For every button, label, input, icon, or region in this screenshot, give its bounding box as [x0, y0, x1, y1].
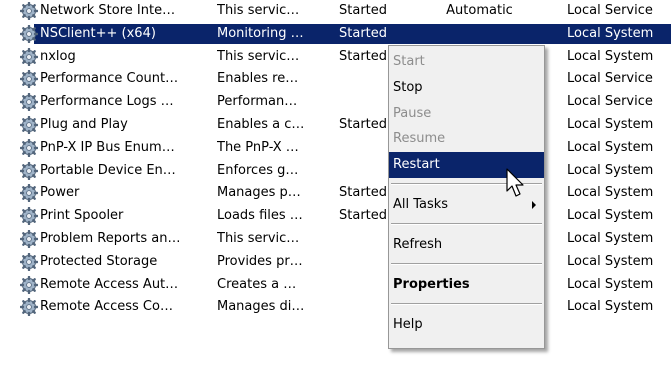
menu-item-resume: Resume — [389, 126, 544, 152]
service-name: Network Store Inte… — [40, 3, 176, 18]
service-name: Performance Logs … — [40, 94, 174, 110]
menu-item-help[interactable]: Help — [389, 312, 544, 338]
service-row[interactable]: nxlog This servic… Started Local System — [0, 46, 671, 69]
menu-item-stop[interactable]: Stop — [389, 75, 544, 101]
menu-separator — [391, 303, 542, 305]
gear-icon — [19, 229, 39, 249]
service-name: Remote Access Aut… — [40, 276, 179, 292]
menu-item-label: Help — [393, 317, 423, 332]
gear-icon — [19, 92, 39, 112]
menu-item-label: All Tasks — [393, 197, 449, 212]
service-log-on-as: Local System — [567, 25, 654, 41]
service-status: Started — [339, 3, 388, 18]
menu-item-label: Resume — [393, 131, 446, 146]
service-description: Provides pr… — [217, 253, 303, 269]
service-log-on-as: Local System — [567, 253, 654, 269]
service-description: Creates a … — [217, 276, 297, 292]
service-log-on-as: Local System — [567, 276, 654, 292]
service-row[interactable]: Print Spooler Loads files … Started Local S… — [0, 205, 671, 228]
service-name: Problem Reports an… — [40, 230, 181, 246]
service-description: Manages p… — [217, 185, 301, 201]
service-log-on-as: Local System — [567, 208, 654, 224]
service-name: nxlog — [40, 48, 76, 64]
gear-icon — [19, 47, 39, 66]
service-log-on-as: Local System — [567, 48, 654, 64]
gear-icon — [19, 115, 39, 135]
menu-item-pause: Pause — [389, 101, 544, 127]
service-row[interactable]: Network Store Inte… This servic… Started Au… — [0, 0, 671, 23]
service-row[interactable]: Power Manages p… Started Local System — [0, 182, 671, 205]
service-description: This servic… — [217, 3, 300, 18]
gear-icon — [19, 252, 39, 271]
service-name: Print Spooler — [40, 208, 124, 224]
menu-item-label: Stop — [393, 80, 423, 95]
menu-item-properties[interactable]: Properties — [389, 272, 544, 298]
service-row[interactable]: Plug and Play Enables a c… Started Local Sy… — [0, 114, 671, 137]
gear-icon — [19, 161, 39, 180]
service-log-on-as: Local Service — [567, 3, 653, 18]
service-description: Manages di… — [217, 299, 305, 315]
gear-icon — [19, 24, 39, 43]
menu-separator — [391, 263, 542, 265]
service-description: Enables re… — [217, 71, 299, 87]
service-description: Enforces g… — [217, 162, 299, 178]
service-description: Enables a c… — [217, 116, 305, 132]
service-row[interactable]: Protected Storage Provides pr… Local Syste… — [0, 251, 671, 274]
gear-icon — [19, 138, 39, 157]
gear-icon — [19, 275, 39, 294]
service-row[interactable]: Remote Access Aut… Creates a … Local Syste… — [0, 274, 671, 297]
service-description: Performan… — [217, 94, 298, 110]
service-name: PnP-X IP Bus Enum… — [40, 139, 175, 155]
service-row[interactable]: PnP-X IP Bus Enum… The PnP-X … Local Syste… — [0, 137, 671, 160]
service-description: Loads files … — [217, 208, 303, 224]
service-row[interactable]: Portable Device En… Enforces g… Local Syst… — [0, 160, 671, 183]
service-log-on-as: Local System — [567, 299, 654, 315]
service-name: Protected Storage — [40, 253, 158, 269]
menu-item-label: Start — [393, 54, 425, 69]
service-description: This servic… — [217, 230, 300, 246]
service-startup-type: Automatic — [446, 3, 513, 18]
menu-item-refresh[interactable]: Refresh — [389, 232, 544, 258]
menu-separator — [391, 223, 542, 225]
gear-icon — [19, 298, 39, 317]
service-name: Performance Count… — [40, 71, 179, 87]
service-row[interactable]: NSClient++ (x64) Monitoring … Started Local… — [0, 23, 671, 46]
menu-item-label: Restart — [393, 157, 440, 172]
service-log-on-as: Local System — [567, 162, 654, 178]
service-description: The PnP-X … — [217, 139, 299, 155]
menu-item-label: Properties — [393, 277, 470, 292]
menu-item-start: Start — [389, 49, 544, 75]
menu-item-label: Pause — [393, 106, 432, 121]
service-log-on-as: Local System — [567, 139, 654, 155]
service-row[interactable]: Performance Logs … Performan… Local Servic… — [0, 91, 671, 114]
service-description: Monitoring … — [217, 25, 304, 41]
menu-item-label: Refresh — [393, 237, 443, 252]
service-name: Power — [40, 185, 80, 201]
service-log-on-as: Local System — [567, 116, 654, 132]
services-list: Network Store Inte… This servic… Started Au… — [0, 0, 671, 319]
service-log-on-as: Local Service — [567, 71, 653, 87]
service-name: NSClient++ (x64) — [40, 25, 156, 41]
mouse-pointer-icon — [506, 168, 524, 197]
submenu-arrow-icon — [532, 201, 536, 209]
gear-icon — [19, 70, 39, 89]
service-log-on-as: Local System — [567, 185, 654, 201]
service-log-on-as: Local System — [567, 230, 654, 246]
service-status: Started — [339, 25, 388, 41]
service-row[interactable]: Problem Reports an… This servic… Local Sys… — [0, 228, 671, 251]
gear-icon — [19, 206, 39, 226]
service-description: This servic… — [217, 48, 300, 64]
service-name: Remote Access Co… — [40, 299, 173, 315]
service-name: Portable Device En… — [40, 162, 176, 178]
service-row[interactable]: Performance Count… Enables re… Local Servi… — [0, 68, 671, 91]
service-name: Plug and Play — [40, 116, 128, 132]
service-row[interactable]: Remote Access Co…Manages di…ManualLocal … — [0, 296, 671, 319]
gear-icon — [19, 1, 39, 21]
gear-icon — [19, 184, 39, 203]
service-log-on-as: Local Service — [567, 94, 653, 110]
